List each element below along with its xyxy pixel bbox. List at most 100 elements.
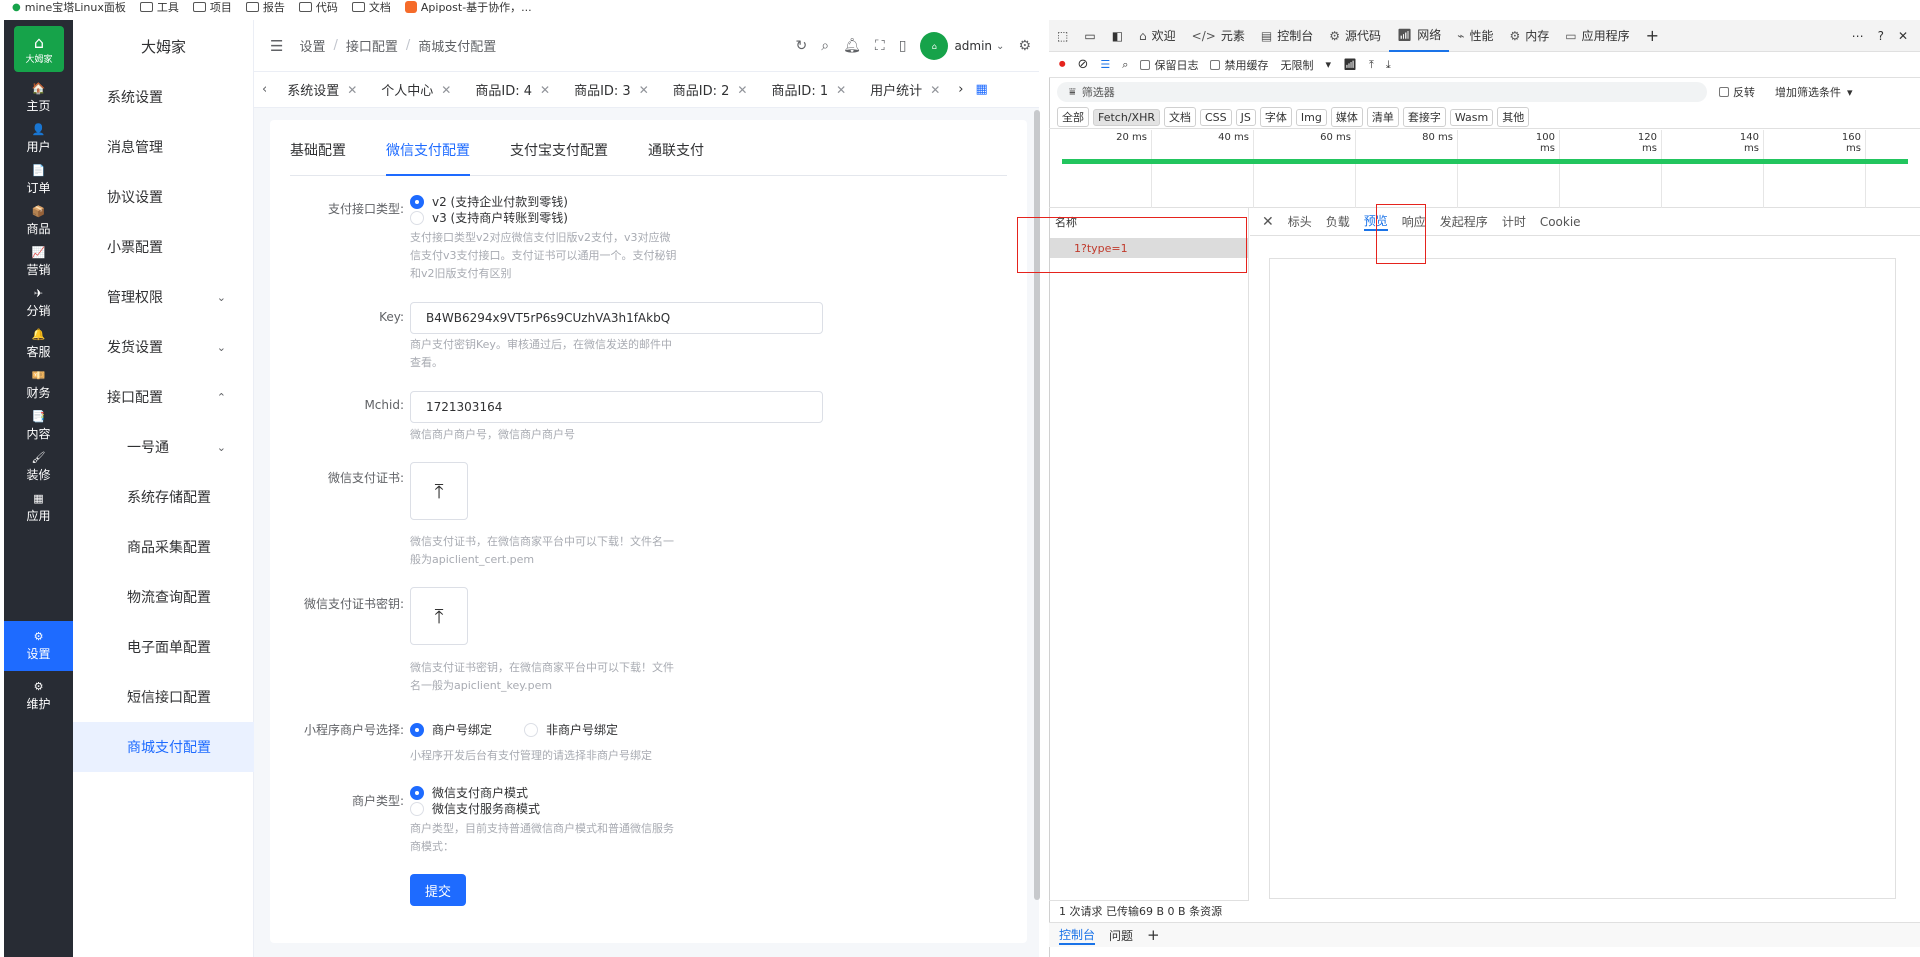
key-input[interactable]: B4WB6294x9VT5rP6s9CUzhVA3h1fAkbQ (410, 302, 823, 334)
menu-item[interactable]: 系统存储配置 (73, 472, 254, 522)
type-filter-button[interactable]: 其他 (1497, 107, 1530, 127)
invert-checkbox[interactable]: 反转 (1719, 84, 1755, 100)
detail-tab[interactable]: 发起程序 (1440, 213, 1488, 230)
mp-unbind-radio[interactable]: 非商户号绑定 (524, 721, 618, 738)
bookmark-item[interactable]: 报告 (245, 0, 285, 14)
type-filter-button[interactable]: 清单 (1366, 107, 1399, 127)
rail-item[interactable]: 📑 内容 (4, 406, 73, 447)
rail-item[interactable]: ✈ 分销 (4, 283, 73, 324)
menu-item[interactable]: 接口配置 ⌃ (73, 372, 254, 422)
grid-icon[interactable]: ▦ (969, 82, 993, 97)
type-filter-button[interactable]: Fetch/XHR (1093, 108, 1160, 126)
submit-button[interactable]: 提交 (410, 874, 466, 906)
menu-toggle-icon[interactable]: ☰ (270, 37, 283, 55)
bookmark-item[interactable]: Apipost-基于协作，... (404, 0, 532, 14)
mp-bind-radio[interactable]: 商户号绑定 (410, 721, 492, 738)
help-icon[interactable]: ? (1878, 29, 1884, 43)
tabs-next-icon[interactable]: › (952, 82, 969, 97)
close-icon[interactable]: ✕ (540, 83, 550, 97)
page-tab[interactable]: 用户统计 ✕ (858, 72, 952, 108)
certkey-upload-button[interactable]: ⤒ (410, 587, 468, 645)
config-subtab[interactable]: 通联支付 (648, 134, 704, 176)
dock-icon[interactable]: ◧ (1104, 20, 1131, 52)
avatar[interactable]: ⌂ (920, 32, 949, 60)
bookmark-item[interactable]: 代码 (298, 0, 338, 14)
close-icon[interactable]: ✕ (1898, 29, 1908, 43)
menu-item[interactable]: 管理权限 ⌄ (73, 272, 254, 322)
breadcrumb-item[interactable]: 接口配置 (346, 36, 398, 55)
detail-tab[interactable]: 计时 (1502, 213, 1526, 230)
drawer-tab[interactable]: 问题 (1109, 927, 1133, 944)
tabs-prev-icon[interactable]: ‹ (254, 82, 275, 97)
mchid-input[interactable]: 1721303164 (410, 391, 823, 423)
close-icon[interactable]: ✕ (930, 83, 940, 97)
bookmark-item[interactable]: 工具 (139, 0, 179, 14)
search-icon[interactable]: ⌕ (1122, 58, 1128, 72)
devtools-tab[interactable]: 📶︎ 网络 (1388, 20, 1450, 52)
network-timeline[interactable] (1049, 128, 1920, 208)
devtools-tab[interactable]: ⚙ 内存 (1501, 20, 1557, 52)
record-icon[interactable]: ⏺ (1059, 57, 1066, 72)
rail-item[interactable]: 💴 财务 (4, 365, 73, 406)
preserve-log-checkbox[interactable]: 保留日志 (1140, 57, 1198, 73)
add-drawer-tab-icon[interactable]: + (1147, 926, 1160, 944)
close-icon[interactable]: ✕ (1262, 214, 1274, 230)
upload-har-icon[interactable]: ⤒ (1369, 58, 1374, 72)
chevron-down-icon[interactable]: ⌄ (996, 41, 1004, 52)
rail-item[interactable]: 📄 订单 (4, 160, 73, 201)
menu-item[interactable]: 系统设置 (73, 72, 254, 122)
filter-toggle-icon[interactable]: ☰ (1100, 58, 1110, 71)
menu-item[interactable]: 短信接口配置 (73, 672, 254, 722)
merchant-normal-radio[interactable]: 微信支付商户模式 (410, 784, 528, 801)
rail-item[interactable]: ⚙ 设置 (4, 621, 73, 671)
bookmark-item[interactable]: 文档 (351, 0, 391, 14)
type-filter-button[interactable]: CSS (1199, 108, 1232, 126)
menu-item[interactable]: 消息管理 (73, 122, 254, 172)
clear-icon[interactable]: ⊘ (1078, 57, 1089, 72)
rail-item[interactable]: 👤 用户 (4, 119, 73, 160)
devtools-tab[interactable]: </> 元素 (1184, 20, 1253, 52)
page-tab[interactable]: 商品ID: 2 ✕ (661, 72, 760, 108)
throttle-select[interactable]: 无限制 (1280, 57, 1313, 73)
fullscreen-icon[interactable]: ⛶ (875, 38, 885, 54)
cert-upload-button[interactable]: ⤒ (410, 462, 468, 520)
devtools-tab[interactable]: ▭ 应用程序 (1557, 20, 1637, 52)
menu-item[interactable]: 小票配置 (73, 222, 254, 272)
refresh-icon[interactable]: ↻ (796, 38, 808, 54)
menu-item[interactable]: 一号通 ⌄ (73, 422, 254, 472)
devtools-tab[interactable]: ⚙ 源代码 (1321, 20, 1389, 52)
pay-type-v3-radio[interactable]: v3 (支持商户转账到零钱) (410, 209, 568, 226)
mobile-icon[interactable]: ▯ (899, 38, 907, 54)
breadcrumb-item[interactable]: 商城支付配置 (418, 36, 496, 55)
close-icon[interactable]: ✕ (836, 83, 846, 97)
config-subtab[interactable]: 支付宝支付配置 (510, 134, 608, 176)
menu-item[interactable]: 物流查询配置 (73, 572, 254, 622)
menu-item[interactable]: 发货设置 ⌄ (73, 322, 254, 372)
close-icon[interactable]: ✕ (639, 83, 649, 97)
type-filter-button[interactable]: 字体 (1259, 107, 1292, 127)
merchant-service-radio[interactable]: 微信支付服务商模式 (410, 800, 540, 817)
menu-item[interactable]: 协议设置 (73, 172, 254, 222)
type-filter-button[interactable]: 文档 (1163, 107, 1196, 127)
close-icon[interactable]: ✕ (737, 83, 747, 97)
page-tab[interactable]: 系统设置 ✕ (275, 72, 369, 108)
page-tab[interactable]: 个人中心 ✕ (369, 72, 463, 108)
rail-item[interactable]: 📈 营销 (4, 242, 73, 283)
config-subtab[interactable]: 基础配置 (290, 134, 346, 176)
detail-tab[interactable]: 负载 (1326, 213, 1350, 230)
rail-item[interactable]: 🔔 客服 (4, 324, 73, 365)
bookmark-item[interactable]: ● mine宝塔Linux面板 (12, 0, 126, 14)
type-filter-button[interactable]: 套接字 (1402, 107, 1446, 127)
rail-item[interactable]: ▦ 应用 (4, 488, 73, 529)
menu-item[interactable]: 商品采集配置 (73, 522, 254, 572)
page-tab[interactable]: 商品ID: 3 ✕ (562, 72, 661, 108)
type-filter-button[interactable]: JS (1235, 108, 1256, 126)
chevron-down-icon[interactable]: ▾ (1325, 58, 1331, 71)
pay-type-v2-radio[interactable]: v2 (支持企业付款到零钱) (410, 193, 568, 210)
disable-cache-checkbox[interactable]: 禁用缓存 (1210, 57, 1268, 73)
more-filters-button[interactable]: 增加筛选条件 (1775, 84, 1841, 100)
breadcrumb-item[interactable]: 设置 (299, 36, 325, 55)
wifi-icon[interactable]: 📶︎ (1343, 58, 1357, 71)
detail-tab[interactable]: 标头 (1288, 213, 1312, 230)
page-tab[interactable]: 商品ID: 1 ✕ (759, 72, 858, 108)
